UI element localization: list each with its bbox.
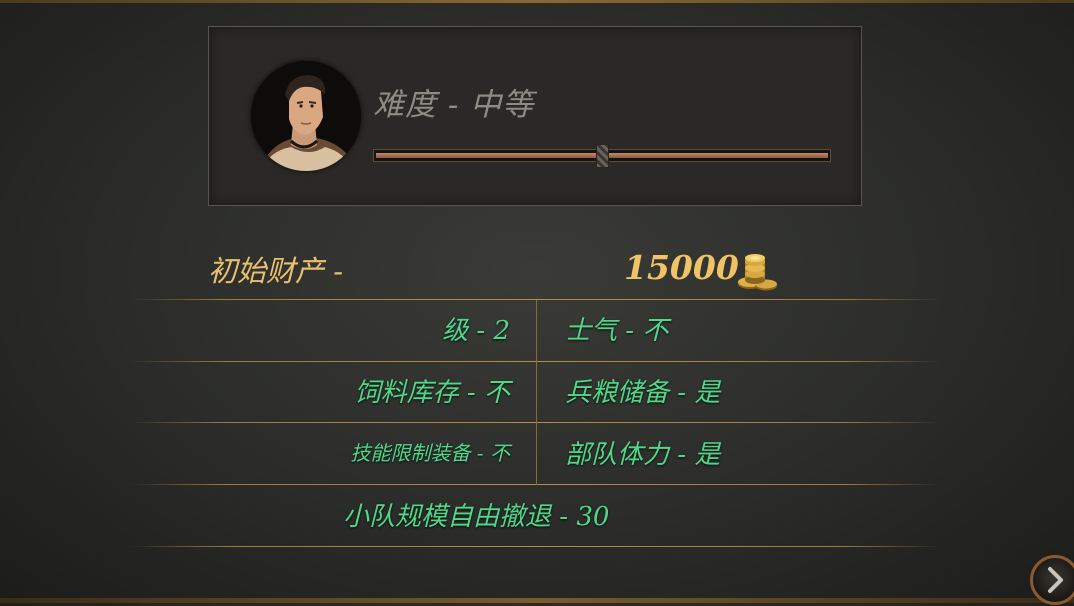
top-frame-border	[0, 0, 1074, 3]
divider-line	[130, 484, 940, 485]
divider-line	[130, 546, 940, 547]
difficulty-panel: 难度 - 中等	[208, 26, 862, 206]
setting-rations[interactable]: 兵粮储备 - 是	[565, 372, 720, 409]
setting-fodder[interactable]: 饲料库存 - 不	[355, 372, 510, 409]
character-portrait	[251, 61, 361, 171]
column-divider	[536, 300, 537, 485]
starting-wealth-value: 15000	[624, 248, 739, 287]
difficulty-label: 难度 - 中等	[373, 87, 535, 123]
starting-wealth-label: 初始财产 -	[208, 254, 344, 288]
setting-skill-equipment[interactable]: 技能限制装备 - 不	[351, 437, 510, 466]
bottom-frame-border	[0, 598, 1074, 603]
portrait-image	[251, 61, 361, 171]
divider-line	[130, 422, 940, 423]
divider-line	[130, 299, 940, 300]
divider-line	[130, 361, 940, 362]
setting-squad-size[interactable]: 小队规模自由撤退 - 30	[343, 496, 609, 533]
setting-morale[interactable]: 士气 - 不	[565, 310, 668, 347]
setting-stamina[interactable]: 部队体力 - 是	[565, 434, 720, 471]
slider-knob[interactable]	[596, 144, 609, 168]
chevron-right-icon	[1048, 567, 1063, 593]
difficulty-slider[interactable]	[373, 144, 831, 168]
gold-coins-icon	[738, 254, 777, 291]
next-button[interactable]	[1030, 555, 1074, 605]
setting-level[interactable]: 级 - 2	[442, 310, 510, 347]
